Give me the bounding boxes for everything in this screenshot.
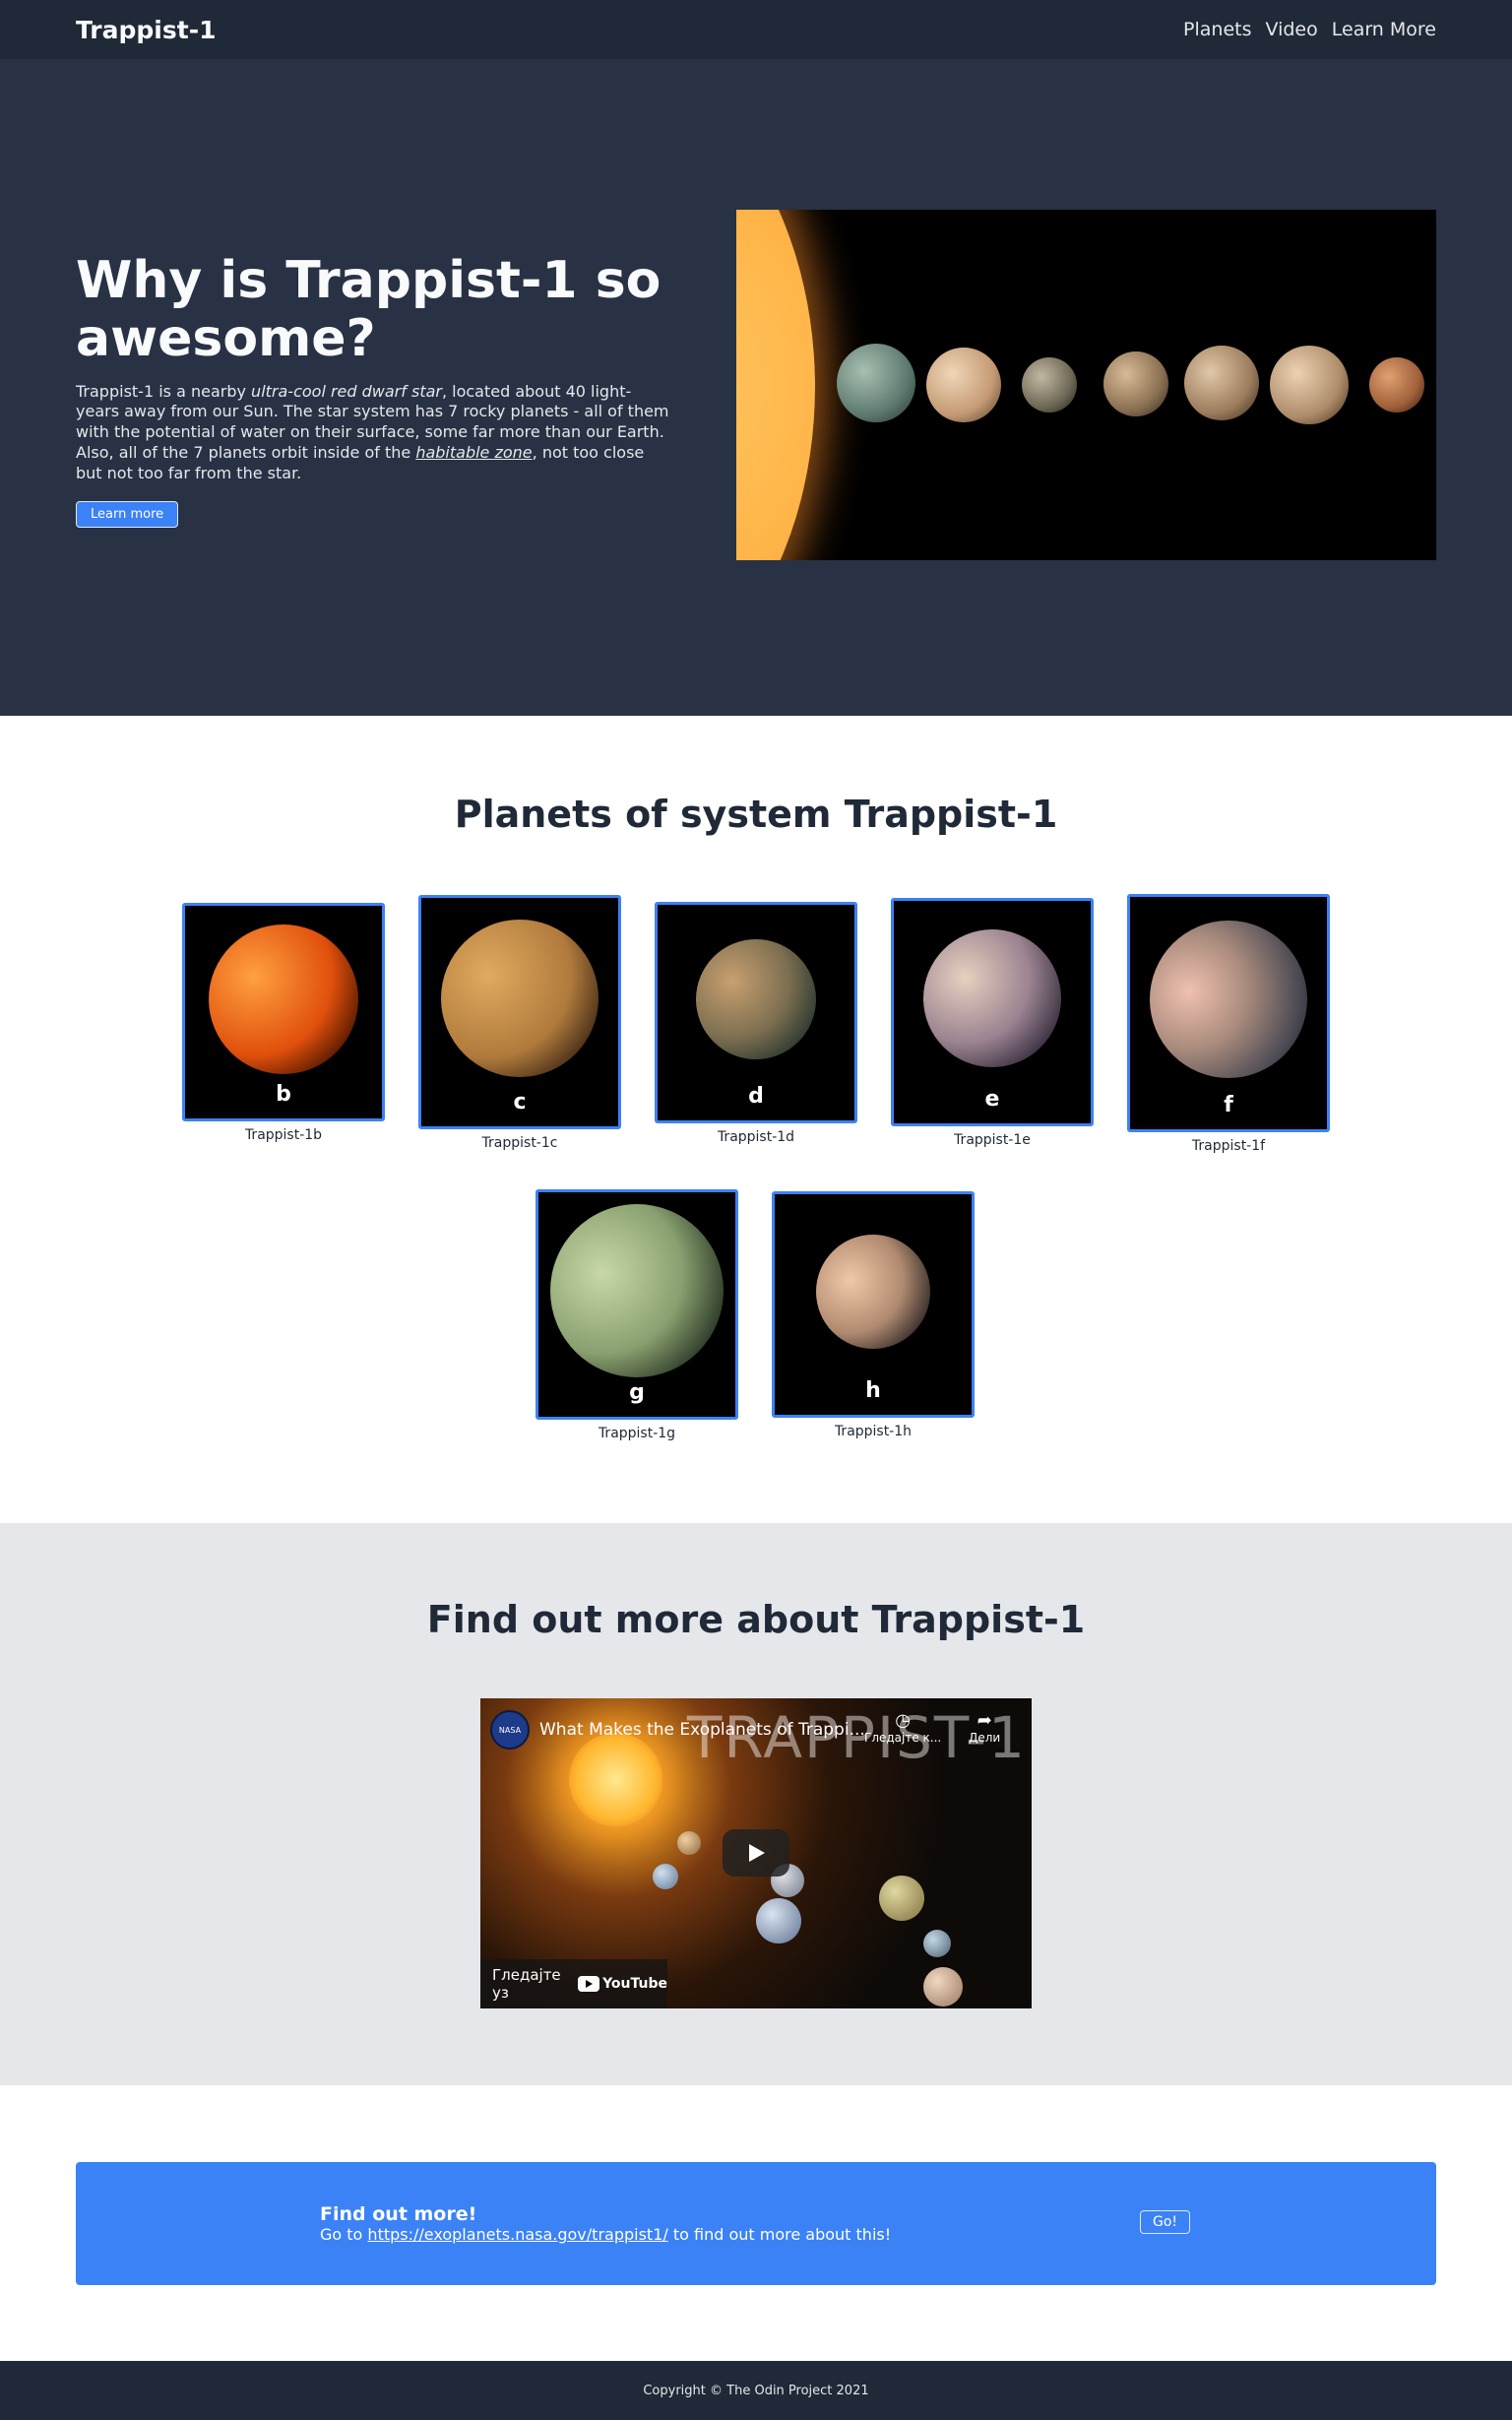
planet-caption: Trappist-1c <box>481 1135 558 1151</box>
hero-planet-g <box>1270 346 1349 424</box>
youtube-wordmark: YouTube <box>602 1976 667 1992</box>
planet-card-g[interactable]: g Trappist-1g <box>536 1189 738 1441</box>
nav-links: Planets Video Learn More <box>1183 19 1436 40</box>
footer: Copyright © The Odin Project 2021 <box>0 2361 1512 2420</box>
share-button[interactable]: ➦ Дели <box>969 1710 1000 1745</box>
planet-b-sphere <box>209 924 358 1075</box>
planet-row: b Trappist-1b c Trappist-1c d Trappist-1… <box>0 894 1512 1154</box>
play-button[interactable] <box>723 1829 789 1877</box>
planet-image-c[interactable]: c <box>418 895 621 1129</box>
cta-title: Find out more! <box>320 2203 477 2225</box>
planet-letter: e <box>984 1087 1000 1112</box>
hero-planet-f <box>1184 346 1259 420</box>
planet-e-sphere <box>923 929 1061 1068</box>
planet-caption: Trappist-1e <box>954 1132 1031 1148</box>
planet-letter: g <box>629 1380 645 1405</box>
share-icon: ➦ <box>976 1710 992 1731</box>
planet-card-b[interactable]: b Trappist-1b <box>182 903 385 1143</box>
planet-caption: Trappist-1f <box>1191 1138 1266 1154</box>
youtube-play-icon <box>578 1976 600 1992</box>
cta-text: Find out more! Go to https://exoplanets.… <box>320 2203 891 2244</box>
planet-caption: Trappist-1g <box>598 1426 676 1441</box>
habitable-zone-link[interactable]: habitable zone <box>415 443 532 462</box>
hero-planet-c <box>926 348 1001 422</box>
planet-caption: Trappist-1b <box>244 1127 323 1143</box>
planet-image-f[interactable]: f <box>1127 894 1330 1132</box>
hero-planet-d <box>1022 357 1077 413</box>
video-planet <box>923 1930 951 1957</box>
video-star <box>569 1733 662 1826</box>
channel-logo[interactable]: NASA <box>490 1710 530 1750</box>
nasa-trappist-link[interactable]: https://exoplanets.nasa.gov/trappist1/ <box>367 2225 667 2244</box>
nav-link-learn-more[interactable]: Learn More <box>1332 19 1436 40</box>
video-section: Find out more about Trappist-1 TRAPPIST-… <box>0 1523 1512 2085</box>
planet-f-sphere <box>1150 920 1307 1078</box>
planet-image-g[interactable]: g <box>536 1189 738 1420</box>
planet-image-e[interactable]: e <box>891 898 1094 1126</box>
watch-later-label: Гледајте к... <box>864 1731 942 1745</box>
cta-section: Find out more! Go to https://exoplanets.… <box>0 2085 1512 2361</box>
planet-card-c[interactable]: c Trappist-1c <box>418 895 621 1151</box>
learn-more-button[interactable]: Learn more <box>76 501 179 529</box>
planet-image-h[interactable]: h <box>772 1191 975 1418</box>
hero-planet-h <box>1369 357 1424 413</box>
planet-card-h[interactable]: h Trappist-1h <box>772 1191 975 1439</box>
planets-section-title: Planets of system Trappist-1 <box>454 793 1058 836</box>
cta-body: Go to https://exoplanets.nasa.gov/trappi… <box>320 2225 891 2244</box>
planet-h-sphere <box>816 1234 930 1349</box>
go-button[interactable]: Go! <box>1140 2210 1191 2234</box>
watch-later-button[interactable]: ◷ Гледајте к... <box>864 1710 941 1745</box>
youtube-video-embed[interactable]: TRAPPIST-1 NASA What Makes the Exoplanet… <box>480 1698 1032 2008</box>
planet-d-sphere <box>696 939 816 1060</box>
planet-card-e[interactable]: e Trappist-1e <box>891 898 1094 1148</box>
watch-on-label: Гледајте уз <box>492 1966 561 2002</box>
youtube-logo[interactable]: YouTube <box>578 1976 667 1992</box>
hero-planet-e <box>1103 351 1168 416</box>
share-label: Дели <box>969 1731 1001 1745</box>
video-planet <box>677 1831 701 1855</box>
planet-letter: d <box>748 1084 764 1109</box>
planet-letter: b <box>276 1082 291 1107</box>
hero-body-part: Trappist-1 is a nearby <box>76 381 252 401</box>
planets-section: Planets of system Trappist-1 b Trappist-… <box>0 716 1512 1523</box>
cta-body-part: to find out more about this! <box>667 2225 892 2244</box>
clock-icon: ◷ <box>895 1710 911 1731</box>
nav-link-video[interactable]: Video <box>1266 19 1318 40</box>
video-title[interactable]: What Makes the Exoplanets of Trappi... <box>539 1720 865 1740</box>
video-planet <box>879 1876 924 1921</box>
planet-caption: Trappist-1d <box>717 1129 795 1145</box>
planet-card-d[interactable]: d Trappist-1d <box>655 902 857 1145</box>
top-nav: Trappist-1 Planets Video Learn More <box>0 0 1512 59</box>
cta-banner: Find out more! Go to https://exoplanets.… <box>76 2162 1436 2285</box>
planet-image-d[interactable]: d <box>655 902 857 1123</box>
video-planet <box>923 1967 963 2006</box>
planet-g-sphere <box>550 1204 724 1378</box>
planet-row: g Trappist-1g h Trappist-1h <box>0 1189 1512 1441</box>
hero-section: Why is Trappist-1 so awesome? Trappist-1… <box>0 59 1512 716</box>
nav-link-planets[interactable]: Planets <box>1183 19 1251 40</box>
hero-description: Trappist-1 is a nearby ultra-cool red dw… <box>76 382 671 484</box>
planet-card-f[interactable]: f Trappist-1f <box>1127 894 1330 1154</box>
planet-caption: Trappist-1h <box>834 1424 913 1439</box>
hero-text: Why is Trappist-1 so awesome? Trappist-1… <box>76 251 671 529</box>
planet-letter: f <box>1224 1093 1233 1117</box>
video-section-title: Find out more about Trappist-1 <box>426 1598 1086 1641</box>
hero-planet-b <box>837 344 915 422</box>
star-trappist-1 <box>736 210 815 560</box>
hero-title: Why is Trappist-1 so awesome? <box>76 251 662 368</box>
planet-image-b[interactable]: b <box>182 903 385 1121</box>
video-planet <box>653 1864 678 1889</box>
planet-letter: h <box>865 1378 881 1403</box>
hero-image-star-system <box>736 210 1436 560</box>
watch-on-youtube-bar[interactable]: Гледајте уз YouTube <box>480 1959 667 2008</box>
planet-c-sphere <box>441 920 598 1078</box>
planet-letter: c <box>513 1090 527 1114</box>
hero-body-emphasis: ultra-cool red dwarf star <box>251 381 442 401</box>
video-planet <box>756 1898 801 1943</box>
cta-body-part: Go to <box>320 2225 368 2244</box>
brand-logo[interactable]: Trappist-1 <box>76 16 216 44</box>
copyright-text: Copyright © The Odin Project 2021 <box>643 2383 869 2398</box>
